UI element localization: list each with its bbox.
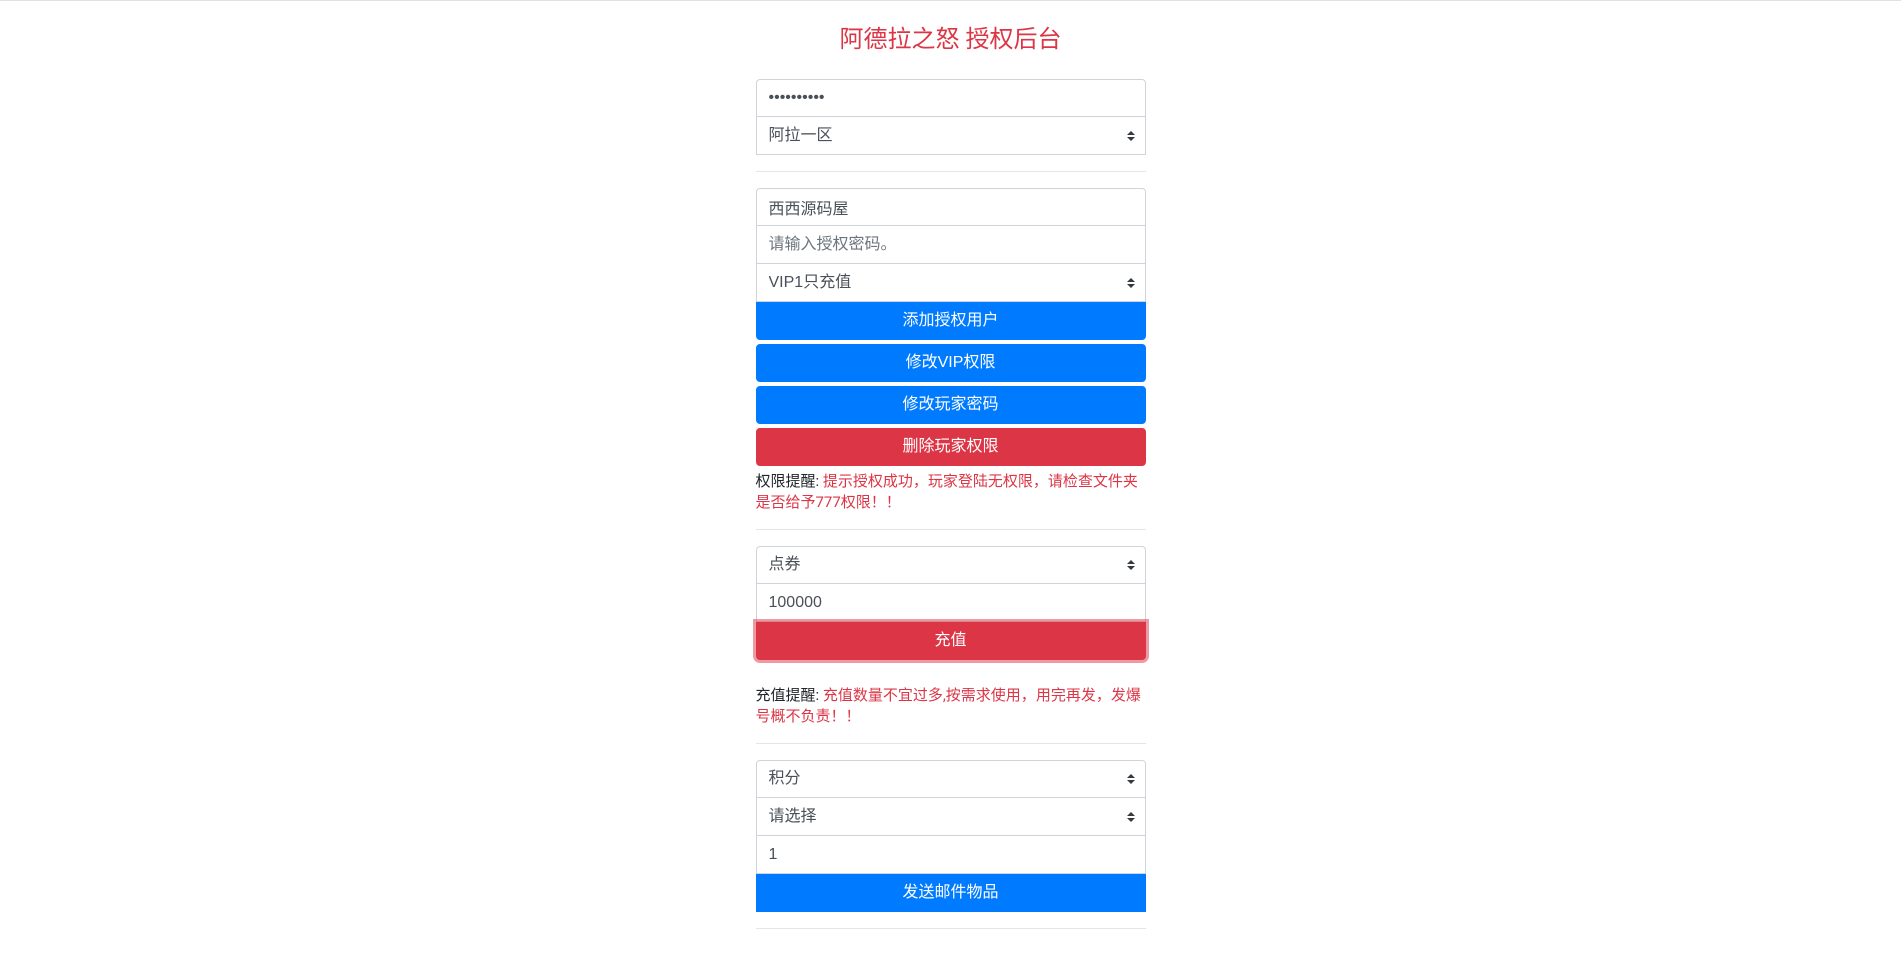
recharge-button[interactable]: 充值 [756, 622, 1146, 660]
item-option-select[interactable]: 请选择 [756, 798, 1146, 836]
send-mail-item-button[interactable]: 发送邮件物品 [756, 874, 1146, 912]
item-quantity-input[interactable] [756, 836, 1146, 874]
recharge-amount-input[interactable] [756, 584, 1146, 622]
recharge-notice: 充值提醒: 充值数量不宜过多,按需求使用，用完再发，发爆号概不负责！！ [756, 685, 1146, 727]
user-permission-section: VIP1只充值 添加授权用户 修改VIP权限 修改玩家密码 删除玩家权限 权限提… [756, 188, 1146, 513]
divider [756, 743, 1146, 744]
modify-password-label: 修改玩家密码 [902, 396, 998, 414]
modify-vip-button[interactable]: 修改VIP权限 [756, 344, 1146, 382]
permission-notice: 权限提醒: 提示授权成功，玩家登陆无权限，请检查文件夹是否给予777权限！！ [756, 471, 1146, 513]
password-input[interactable] [756, 79, 1146, 117]
recharge-section: 点券 充值 [756, 546, 1146, 660]
item-type-select[interactable]: 积分 [756, 760, 1146, 798]
mail-item-section: 积分 请选择 发送邮件物品 [756, 760, 1146, 912]
username-input[interactable] [756, 188, 1146, 226]
region-select[interactable]: 阿拉一区 [756, 117, 1146, 155]
delete-permission-button[interactable]: 删除玩家权限 [756, 428, 1146, 466]
auth-password-input[interactable] [756, 226, 1146, 264]
currency-type-select[interactable]: 点券 [756, 546, 1146, 584]
recharge-notice-label: 充值提醒: [756, 686, 823, 704]
add-auth-user-button[interactable]: 添加授权用户 [756, 302, 1146, 340]
divider [756, 928, 1146, 929]
modify-password-button[interactable]: 修改玩家密码 [756, 386, 1146, 424]
main-container: 阿德拉之怒 授权后台 阿拉一区 VIP1只充值 添加授权用户 修改VIP权限 修… [756, 1, 1146, 929]
permission-notice-label: 权限提醒: [756, 472, 823, 490]
auth-section: 阿拉一区 [756, 79, 1146, 155]
vip-level-select[interactable]: VIP1只充值 [756, 264, 1146, 302]
divider [756, 171, 1146, 172]
page-title: 阿德拉之怒 授权后台 [756, 19, 1146, 54]
divider [756, 529, 1146, 530]
